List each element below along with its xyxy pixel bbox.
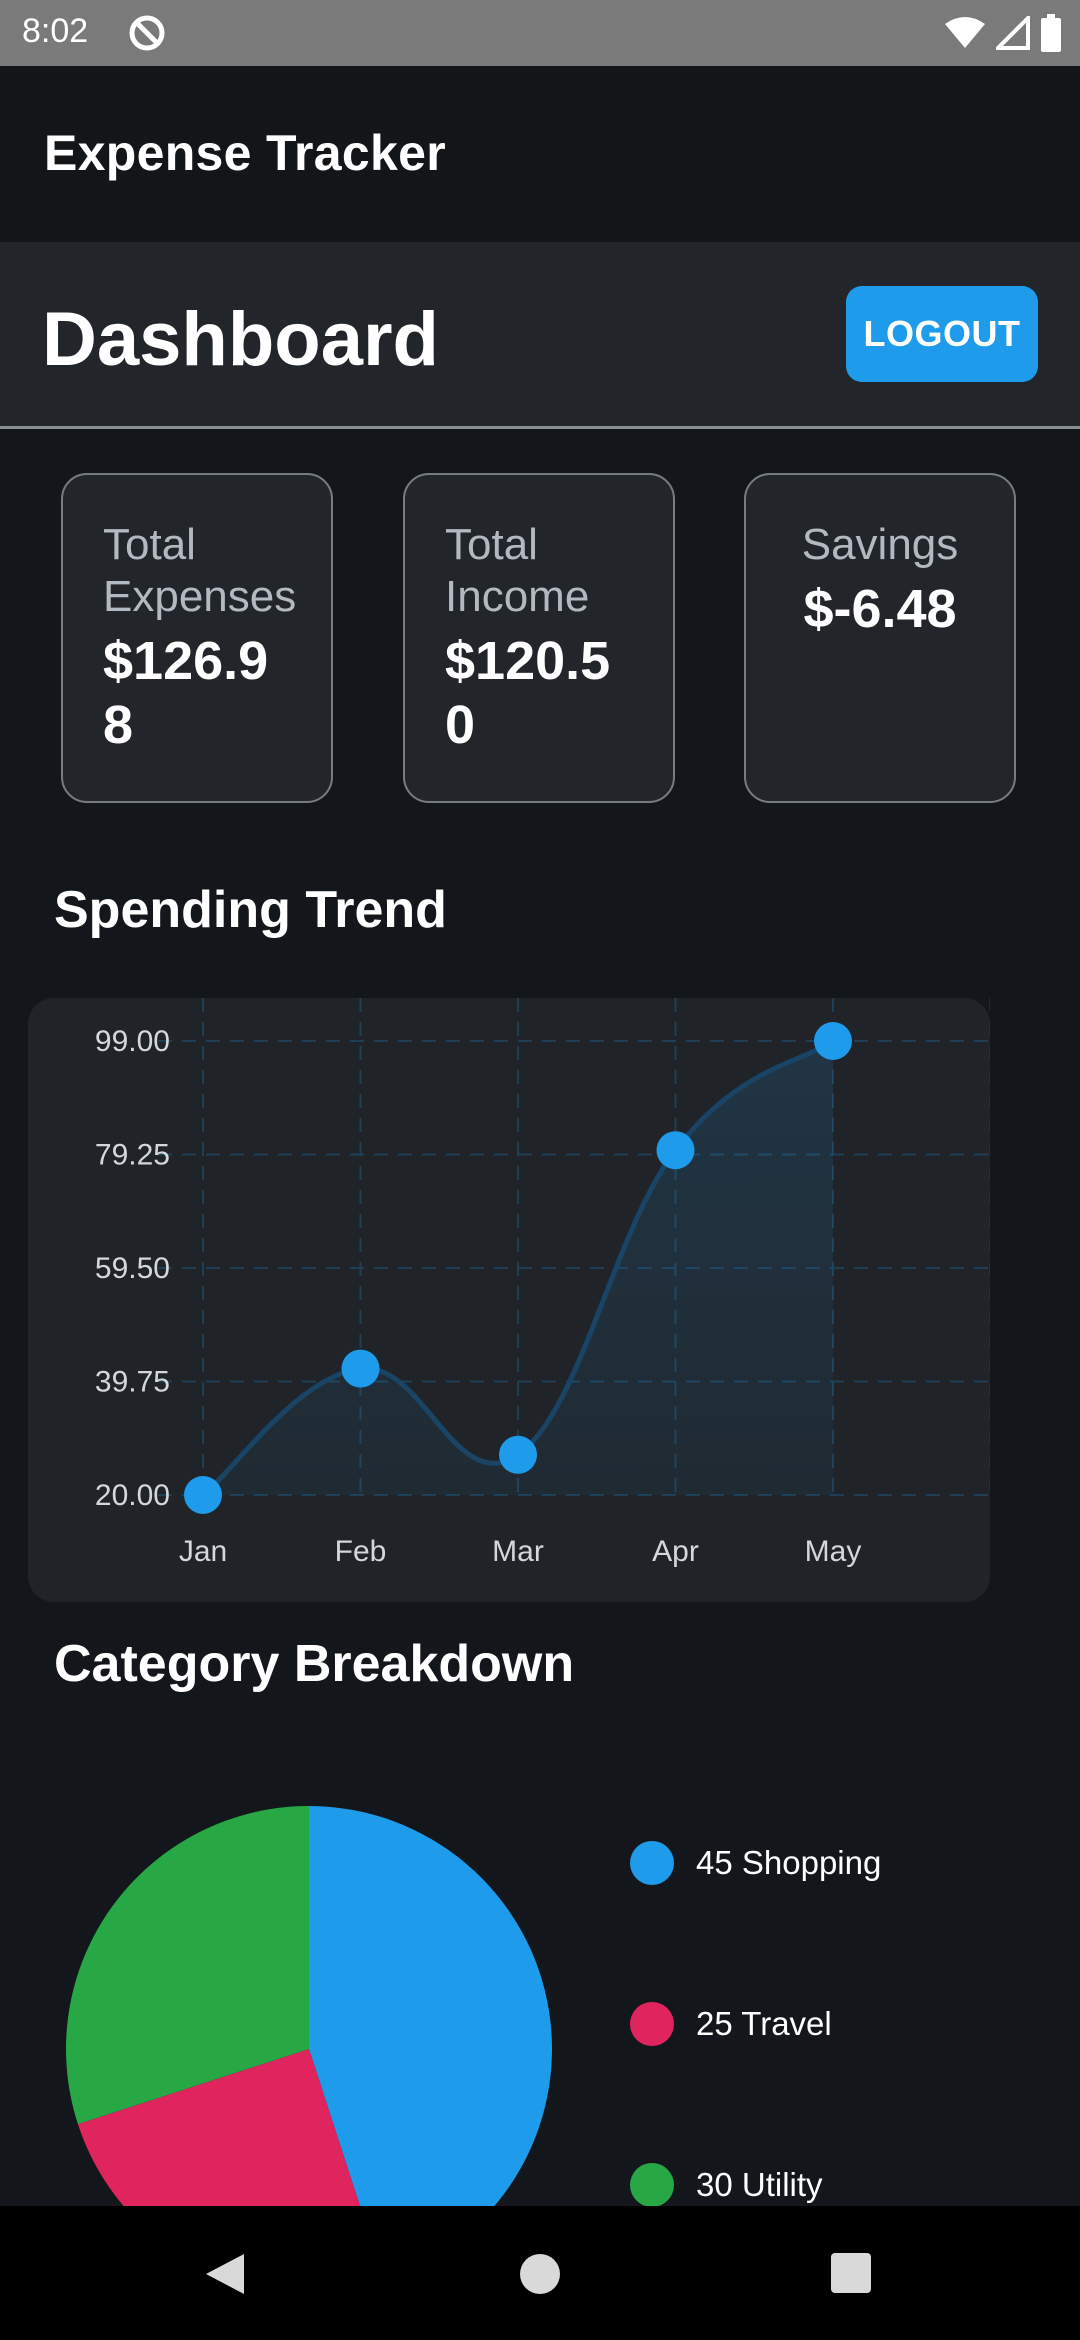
legend-item-utility: 30 Utility xyxy=(630,2162,823,2208)
dashboard-header: Dashboard LOGOUT xyxy=(0,242,1080,429)
trend-chart-svg: 20.00 39.75 59.50 79.25 99.00 Jan Feb Mar Apr Ma… xyxy=(95,998,992,1568)
legend-item-travel: 25 Travel xyxy=(630,2001,832,2047)
legend-dot-travel xyxy=(630,2002,674,2046)
status-time: 8:02 xyxy=(22,12,89,50)
y-tick-label: 99.00 xyxy=(95,1025,170,1058)
recents-icon[interactable] xyxy=(830,2252,872,2294)
app-notification-icon xyxy=(129,15,165,51)
spending-trend-title: Spending Trend xyxy=(54,881,447,939)
x-tick-label: Mar xyxy=(492,1535,544,1568)
page-title: Dashboard xyxy=(42,297,439,382)
navigation-bar xyxy=(0,2206,1080,2340)
wifi-icon xyxy=(945,17,985,48)
spending-trend-chart: 20.00 39.75 59.50 79.25 99.00 Jan Feb Mar Apr Ma… xyxy=(28,998,992,1602)
legend-dot-utility xyxy=(630,2163,674,2207)
data-point-may xyxy=(814,1022,852,1060)
data-point-feb xyxy=(341,1349,380,1388)
savings-card: Savings $-6.48 xyxy=(744,473,1016,803)
legend-label-utility: 30 Utility xyxy=(696,2166,823,2203)
y-tick-label: 59.50 xyxy=(95,1252,170,1285)
data-point-apr xyxy=(656,1131,695,1170)
y-tick-label: 39.75 xyxy=(95,1366,170,1399)
signal-icon xyxy=(996,16,1030,50)
battery-icon xyxy=(1041,14,1061,52)
savings-value: $-6.48 xyxy=(803,579,957,639)
x-tick-label: May xyxy=(805,1535,862,1568)
y-tick-label: 20.00 xyxy=(95,1479,170,1512)
data-point-jan xyxy=(184,1476,222,1514)
status-bar: 8:02 xyxy=(0,0,1080,66)
category-breakdown-title: Category Breakdown xyxy=(54,1635,575,1693)
app-bar: Expense Tracker xyxy=(0,66,1080,242)
x-tick-label: Feb xyxy=(335,1535,387,1568)
total-income-label: Total Income xyxy=(445,520,590,621)
total-expenses-label: Total Expenses xyxy=(103,520,297,621)
x-tick-label: Jan xyxy=(179,1535,227,1568)
legend-label-travel: 25 Travel xyxy=(696,2005,832,2042)
legend-dot-shopping xyxy=(630,1841,674,1885)
total-expenses-card: Total Expenses $126.98 xyxy=(61,473,333,803)
logout-button[interactable]: LOGOUT xyxy=(846,286,1038,382)
total-expenses-value: $126.98 xyxy=(103,631,269,755)
data-point-mar xyxy=(499,1435,537,1474)
y-tick-label: 79.25 xyxy=(95,1139,170,1172)
legend-item-shopping: 45 Shopping xyxy=(630,1840,881,1886)
app-title: Expense Tracker xyxy=(44,125,446,181)
savings-label: Savings xyxy=(801,520,959,569)
x-tick-label: Apr xyxy=(652,1535,699,1568)
legend-label-shopping: 45 Shopping xyxy=(696,1844,882,1881)
total-income-value: $120.50 xyxy=(445,631,611,755)
total-income-card: Total Income $120.50 xyxy=(403,473,675,803)
back-icon[interactable] xyxy=(204,2252,246,2296)
home-icon[interactable] xyxy=(518,2252,562,2296)
